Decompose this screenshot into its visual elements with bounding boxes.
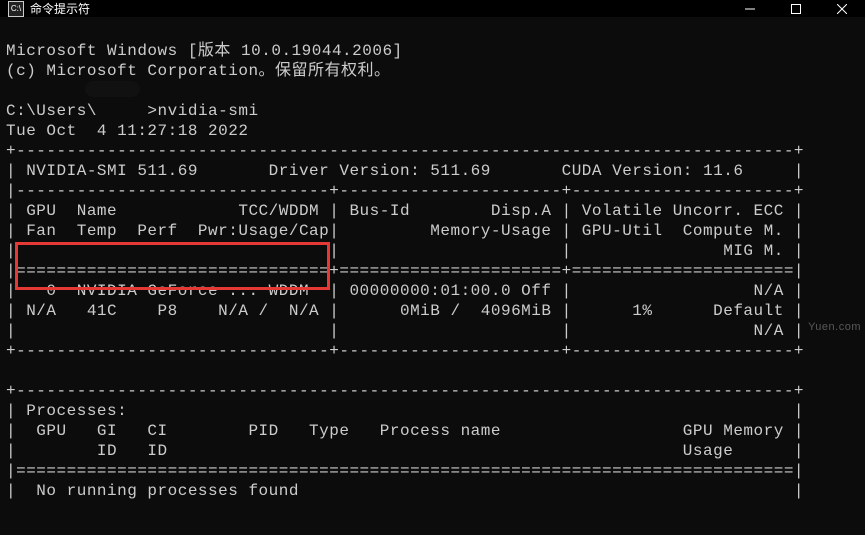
watermark-side: Yuen.com: [808, 317, 861, 337]
terminal-output[interactable]: Microsoft Windows [版本 10.0.19044.2006] (…: [0, 17, 865, 535]
command-text: nvidia-smi: [158, 102, 259, 120]
border: |-------------------------------+-------…: [6, 182, 804, 200]
window-controls: [727, 0, 865, 17]
close-button[interactable]: [819, 0, 865, 17]
app-icon: C:\: [8, 1, 24, 17]
no-processes-line: | No running processes found |: [6, 482, 804, 500]
gpu-row-2: | N/A 41C P8 N/A / N/A | 0MiB / 4096MiB …: [6, 302, 804, 320]
border: |=======================================…: [6, 462, 804, 480]
border: +---------------------------------------…: [6, 382, 804, 400]
maximize-button[interactable]: [773, 0, 819, 17]
command-prompt-window: C:\ 命令提示符 Microsoft Windows [版本 10.0.190…: [0, 0, 865, 535]
username-redaction: [85, 81, 140, 97]
window-title: 命令提示符: [30, 0, 727, 17]
border: +-------------------------------+-------…: [6, 342, 804, 360]
timestamp-line: Tue Oct 4 11:27:18 2022: [6, 122, 248, 140]
os-version-line: Microsoft Windows [版本 10.0.19044.2006]: [6, 42, 403, 60]
titlebar[interactable]: C:\ 命令提示符: [0, 0, 865, 17]
smi-header-3: | | | MIG M. |: [6, 242, 804, 260]
smi-header-2: | Fan Temp Perf Pwr:Usage/Cap| Memory-Us…: [6, 222, 804, 240]
border: |===============================+=======…: [6, 262, 804, 280]
minimize-button[interactable]: [727, 0, 773, 17]
prompt-path: C:\Users\ >: [6, 102, 158, 120]
smi-header-1: | GPU Name TCC/WDDM | Bus-Id Disp.A | Vo…: [6, 202, 804, 220]
smi-version-line: | NVIDIA-SMI 511.69 Driver Version: 511.…: [6, 162, 804, 180]
processes-header-1: | GPU GI CI PID Type Process name GPU Me…: [6, 422, 804, 440]
gpu-row-1: | 0 NVIDIA GeForce ... WDDM | 00000000:0…: [6, 282, 804, 300]
processes-header-2: | ID ID Usage |: [6, 442, 804, 460]
copyright-line: (c) Microsoft Corporation。保留所有权利。: [6, 62, 391, 80]
border: +---------------------------------------…: [6, 142, 804, 160]
gpu-row-3: | | | N/A |: [6, 322, 804, 340]
processes-title: | Processes: |: [6, 402, 804, 420]
